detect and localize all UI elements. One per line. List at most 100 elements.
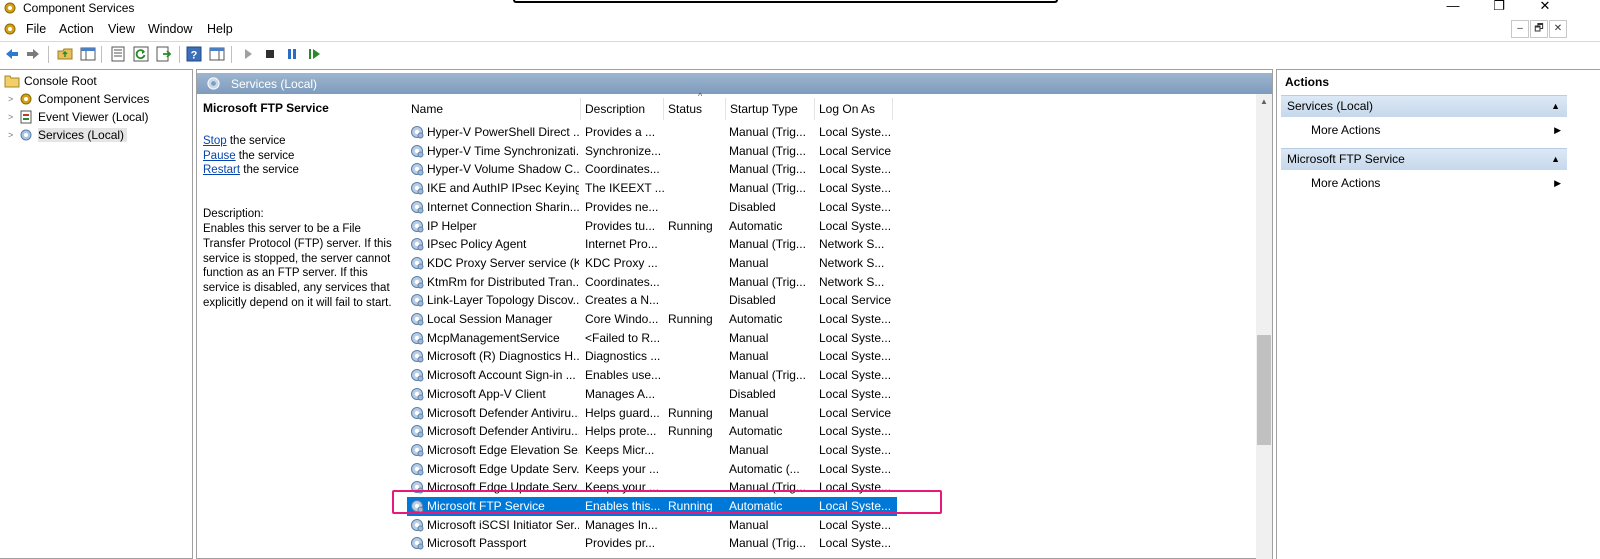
column-header-log-on-as[interactable]: Log On As bbox=[815, 98, 893, 120]
restart-icon[interactable] bbox=[306, 46, 322, 62]
back-icon[interactable] bbox=[4, 46, 20, 62]
service-name-cell: Microsoft App-V Client bbox=[427, 386, 546, 401]
service-description-cell: The IKEEXT ... bbox=[585, 181, 665, 196]
table-row[interactable]: IP Helper Provides tu... Running Automatic L… bbox=[407, 217, 897, 236]
action-group-services-local[interactable]: Services (Local) ▲ bbox=[1281, 95, 1567, 117]
actions-pane: Actions Services (Local) ▲ More Actions … bbox=[1276, 69, 1600, 559]
restart-service-link[interactable]: Restart bbox=[203, 164, 240, 176]
menu-file[interactable]: File bbox=[26, 22, 46, 36]
export-list-icon[interactable] bbox=[156, 46, 172, 62]
table-row[interactable]: Microsoft Edge Update Serv... Keeps your … bbox=[407, 460, 897, 479]
toolbar-separator bbox=[101, 46, 102, 63]
scroll-up-arrow-icon[interactable]: ▲ bbox=[1256, 94, 1272, 110]
table-row[interactable]: Microsoft iSCSI Initiator Ser... Manages … bbox=[407, 516, 897, 535]
table-row[interactable]: Microsoft Defender Antiviru... Helps guar… bbox=[407, 404, 897, 423]
child-minimize-button[interactable]: – bbox=[1511, 20, 1529, 38]
collapse-up-icon[interactable]: ▲ bbox=[1551, 149, 1560, 170]
collapse-up-icon[interactable]: ▲ bbox=[1551, 96, 1560, 117]
service-name-cell: KtmRm for Distributed Tran... bbox=[427, 274, 579, 289]
table-row[interactable]: McpManagementService <Failed to R... Manua… bbox=[407, 329, 897, 348]
table-row[interactable]: Microsoft (R) Diagnostics H... Diagnostic… bbox=[407, 347, 897, 366]
services-list-scrollbar[interactable]: ▲ bbox=[1256, 94, 1272, 559]
tree-item-services-local[interactable]: > Services (Local) bbox=[8, 126, 128, 143]
service-logon-cell: Local Service bbox=[819, 405, 892, 420]
service-startup-cell: Automatic (... bbox=[729, 461, 800, 476]
table-row[interactable]: Microsoft App-V Client Manages A... Disabl… bbox=[407, 385, 897, 404]
column-header-status[interactable]: Status bbox=[664, 98, 726, 120]
service-description-cell: Keeps your ... bbox=[585, 461, 660, 476]
table-row[interactable]: Internet Connection Sharin... Provides ne… bbox=[407, 198, 897, 217]
service-logon-cell: Network S... bbox=[819, 237, 885, 252]
chevron-right-icon[interactable]: > bbox=[8, 112, 18, 122]
properties-icon[interactable] bbox=[110, 46, 126, 62]
service-description-cell: Creates a N... bbox=[585, 293, 660, 308]
menu-help[interactable]: Help bbox=[207, 22, 233, 36]
action-group-microsoft-ftp-service[interactable]: Microsoft FTP Service ▲ bbox=[1281, 148, 1567, 170]
column-header-description[interactable]: Description bbox=[581, 98, 664, 120]
scrollbar-thumb[interactable] bbox=[1257, 335, 1271, 445]
service-gear-icon bbox=[411, 200, 424, 214]
tree-item-component-services[interactable]: > Component Services bbox=[8, 90, 149, 107]
table-row[interactable]: Microsoft Passport Provides pr... Manual (… bbox=[407, 534, 897, 553]
description-label: Description: bbox=[203, 208, 264, 221]
table-row[interactable]: Link-Layer Topology Discov... Creates a N… bbox=[407, 291, 897, 310]
more-actions-microsoft-ftp-service[interactable]: More Actions ▶ bbox=[1311, 174, 1561, 192]
pause-service-link[interactable]: Pause bbox=[203, 150, 236, 162]
service-name-cell: Internet Connection Sharin... bbox=[427, 199, 579, 214]
service-logon-cell: Local Syste... bbox=[819, 125, 892, 139]
table-row[interactable]: Hyper-V PowerShell Direct ... Provides a … bbox=[407, 123, 897, 142]
restore-button[interactable]: ❐ bbox=[1476, 0, 1522, 14]
refresh-icon[interactable] bbox=[133, 46, 149, 62]
service-logon-cell: Local Syste... bbox=[819, 442, 892, 457]
show-hide-action-pane-icon[interactable] bbox=[209, 46, 225, 62]
column-header-startup-type[interactable]: Startup Type bbox=[726, 98, 815, 120]
service-name-cell: Microsoft Account Sign-in ... bbox=[427, 368, 576, 383]
stop-icon[interactable] bbox=[262, 46, 278, 62]
table-row[interactable]: KDC Proxy Server service (K... KDC Proxy … bbox=[407, 254, 897, 273]
table-row[interactable]: Local Session Manager Core Windo... Runnin… bbox=[407, 310, 897, 329]
service-gear-icon bbox=[411, 163, 424, 176]
menu-window[interactable]: Window bbox=[148, 22, 192, 36]
service-name-cell: Microsoft Defender Antiviru... bbox=[427, 424, 579, 439]
table-row[interactable]: Hyper-V Volume Shadow C... Coordinates...… bbox=[407, 160, 897, 179]
tree-item-event-viewer[interactable]: > Event Viewer (Local) bbox=[8, 108, 149, 125]
play-icon[interactable] bbox=[240, 46, 256, 62]
service-logon-cell: Network S... bbox=[819, 255, 885, 270]
stop-service-link[interactable]: Stop bbox=[203, 135, 227, 147]
service-gear-icon bbox=[411, 331, 424, 345]
service-gear-icon bbox=[411, 369, 424, 382]
chevron-right-icon[interactable]: > bbox=[8, 94, 18, 104]
submenu-arrow-icon: ▶ bbox=[1554, 125, 1561, 135]
tree-item-console-root[interactable]: Console Root bbox=[4, 72, 97, 89]
menu-view[interactable]: View bbox=[108, 22, 135, 36]
table-row[interactable]: Hyper-V Time Synchronizati... Synchronize… bbox=[407, 142, 897, 161]
child-close-button[interactable]: ✕ bbox=[1549, 20, 1567, 38]
service-logon-cell: Local Service bbox=[819, 293, 892, 308]
table-row[interactable]: Microsoft Edge Elevation Se... Keeps Micr… bbox=[407, 441, 897, 460]
table-row[interactable]: KtmRm for Distributed Tran... Coordinates… bbox=[407, 273, 897, 292]
column-header-name[interactable]: Name bbox=[407, 98, 581, 120]
minimize-button[interactable]: — bbox=[1430, 0, 1476, 13]
tree-item-label: Event Viewer (Local) bbox=[38, 109, 149, 124]
table-row[interactable]: IPsec Policy Agent Internet Pro... Manual … bbox=[407, 235, 897, 254]
more-actions-services-local[interactable]: More Actions ▶ bbox=[1311, 121, 1561, 139]
service-status-cell: Running bbox=[668, 424, 713, 439]
service-gear-icon bbox=[411, 219, 424, 232]
service-startup-cell: Manual bbox=[729, 349, 769, 364]
show-hide-tree-icon[interactable] bbox=[80, 46, 96, 62]
table-row[interactable]: Microsoft Account Sign-in ... Enables use… bbox=[407, 366, 897, 385]
service-description-cell: Provides tu... bbox=[585, 218, 656, 233]
child-restore-button[interactable]: 🗗 bbox=[1530, 20, 1548, 38]
window-title: Component Services bbox=[23, 1, 135, 15]
menu-action[interactable]: Action bbox=[59, 22, 94, 36]
tree-item-label: Component Services bbox=[38, 91, 150, 106]
close-button[interactable]: ✕ bbox=[1522, 0, 1568, 14]
table-row[interactable]: Microsoft Defender Antiviru... Helps prot… bbox=[407, 422, 897, 441]
chevron-right-icon[interactable]: > bbox=[8, 130, 18, 140]
table-row[interactable]: IKE and AuthIP IPsec Keying... The IKEEXT… bbox=[407, 179, 897, 198]
pause-icon[interactable] bbox=[284, 46, 300, 62]
mmc-system-menu-icon[interactable] bbox=[3, 22, 17, 36]
up-folder-icon[interactable] bbox=[57, 46, 73, 62]
forward-icon[interactable] bbox=[25, 46, 41, 62]
help-icon[interactable]: ? bbox=[186, 46, 202, 62]
